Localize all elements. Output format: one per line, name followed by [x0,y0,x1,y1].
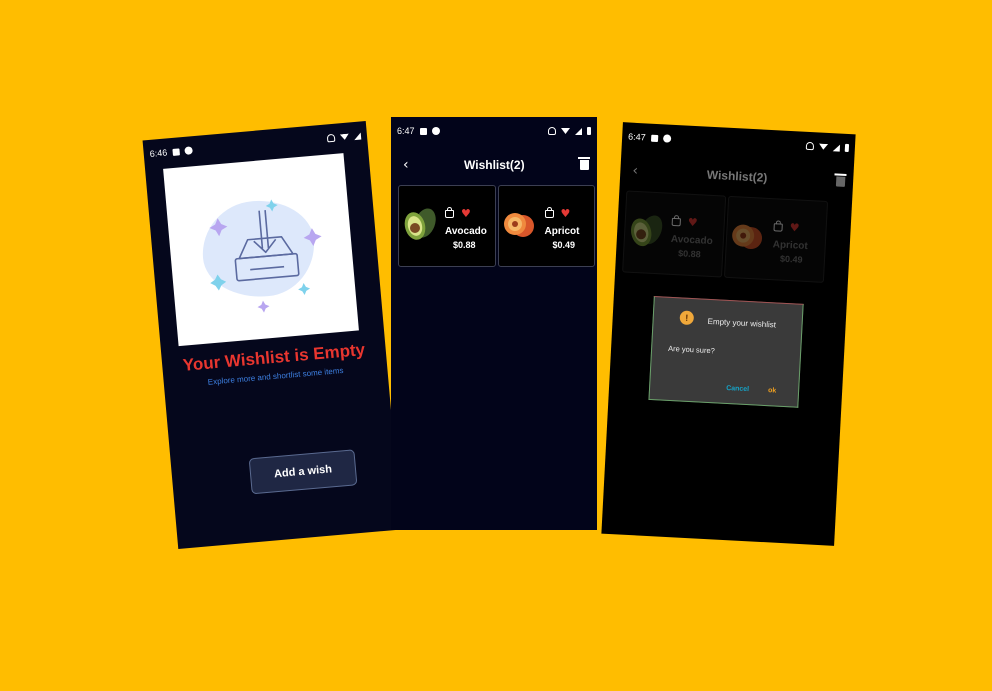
product-name: Avocado [445,226,487,237]
ok-button[interactable]: ok [768,387,777,394]
trash-icon[interactable] [578,157,591,170]
notification-icon [419,127,427,135]
app-icon [183,146,193,155]
apricot-image [732,224,763,250]
wishlist-grid: ♥ Avocado $0.88 ♥ Apricot $0.49 [391,185,597,267]
heart-icon: ♥ [687,215,698,230]
product-price: $0.88 [677,248,701,260]
back-arrow-icon[interactable]: ‹ [403,157,409,173]
card-actions: ♥ [773,221,800,235]
inbox-download-icon [209,199,322,313]
status-time: 6:46 [149,147,168,159]
wifi-icon [819,143,828,149]
avocado-image [404,208,436,240]
app-icon [662,134,671,143]
product-name: Avocado [670,233,713,248]
wifi-icon [340,134,349,141]
card-actions: ♥ [671,215,698,230]
status-bar: 6:47 [391,117,597,145]
status-time: 6:47 [627,131,646,143]
battery-icon [844,143,850,153]
avocado-image [630,215,663,247]
heart-icon: ♥ [789,221,800,235]
trash-icon[interactable] [835,176,846,187]
phone-screen-wishlist: 6:47 ‹ Wishlist(2) ♥ Avocado $0.88 ♥ Apr… [391,117,597,530]
apricot-image [503,213,534,237]
app-icon [431,127,440,135]
product-price: $0.49 [779,253,803,265]
wifi-icon [561,128,570,134]
cancel-button[interactable]: Cancel [726,385,749,393]
mute-icon [326,133,336,143]
product-name: Apricot [544,226,580,237]
wishlist-card: ♥ Avocado $0.88 [622,190,727,278]
heart-icon[interactable]: ♥ [561,208,571,219]
wishlist-card: ♥ Apricot $0.49 [723,195,829,283]
wishlist-card[interactable]: ♥ Avocado $0.88 [398,185,496,267]
phone-screen-empty-wishlist: 6:46 Your Wishlist is Empty Explore more… [142,121,402,549]
dialog-message: Are you sure? [667,343,716,356]
signal-icon [353,132,362,140]
surprised-emoji-icon: ! [679,310,695,326]
shopping-bag-icon[interactable] [445,206,454,218]
page-title: Wishlist(2) [706,167,768,185]
confirm-dialog: ! Empty your wishlist Are you sure? Canc… [648,296,804,408]
card-actions: ♥ [445,206,471,219]
shopping-bag-icon[interactable] [544,206,554,218]
signal-icon [575,127,582,135]
wishlist-grid: ♥ Avocado $0.88 ♥ Apricot $0.49 [615,190,852,284]
product-name: Apricot [772,239,808,253]
wishlist-card[interactable]: ♥ Apricot $0.49 [497,185,595,267]
product-price: $0.88 [453,240,476,250]
dialog-title: Empty your wishlist [707,316,777,330]
signal-icon [832,143,841,152]
notification-icon [171,147,180,156]
heart-icon[interactable]: ♥ [461,208,471,219]
app-bar: ‹ Wishlist(2) [391,145,597,185]
shopping-bag-icon [773,222,783,232]
status-time: 6:47 [397,126,415,136]
empty-wishlist-illustration [163,153,359,347]
phone-screen-empty-dialog: 6:47 ‹ Wishlist(2) ♥ Avocado $0.88 ♥ Apr… [601,122,856,546]
product-price: $0.49 [552,240,576,250]
back-arrow-icon[interactable]: ‹ [632,163,638,179]
page-title: Wishlist(2) [464,158,525,172]
notification-icon [650,134,658,142]
battery-icon [587,127,591,135]
mute-icon [805,141,815,151]
mute-icon [548,127,556,135]
card-actions: ♥ [544,206,571,219]
add-wish-button[interactable]: Add a wish [248,449,358,495]
shopping-bag-icon [671,217,682,226]
